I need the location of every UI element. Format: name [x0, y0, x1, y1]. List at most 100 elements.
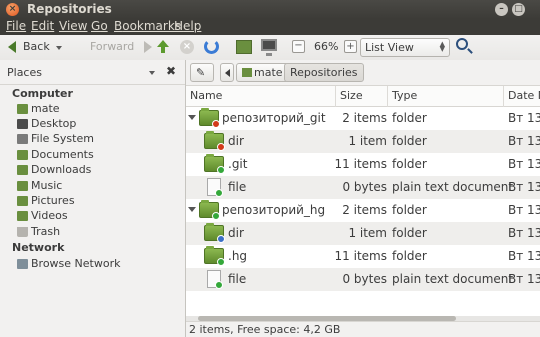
home-folder-icon: [242, 68, 252, 77]
table-row[interactable]: file 0 bytes plain text document Вт 13: [186, 176, 540, 199]
sidebar-item-label: Desktop: [31, 117, 77, 130]
file-name-cell: file: [228, 180, 247, 194]
vcs-status-green-icon: [212, 212, 220, 220]
music-folder-icon: [17, 181, 28, 191]
file-date-cell: Вт 13: [508, 272, 540, 286]
column-header-size[interactable]: Size: [336, 86, 388, 107]
sidebar-item-browse-network[interactable]: Browse Network: [17, 257, 182, 272]
file-date-cell: Вт 13: [508, 134, 540, 148]
file-size-cell: 1 item: [348, 226, 387, 240]
file-type-cell: plain text document: [392, 180, 514, 194]
file-date-cell: Вт 13: [508, 111, 540, 125]
view-mode-value: List View: [365, 41, 414, 54]
column-header-name[interactable]: Name: [186, 86, 336, 107]
table-row[interactable]: dir 1 item folder Вт 13: [186, 130, 540, 153]
sidebar-item-music[interactable]: Music: [17, 179, 182, 194]
menu-view[interactable]: View: [59, 19, 87, 33]
file-date-cell: Вт 13: [508, 203, 540, 217]
menu-go[interactable]: Go: [91, 19, 108, 33]
file-type-cell: folder: [392, 134, 427, 148]
vcs-status-red-icon: [217, 143, 225, 151]
network-icon: [17, 259, 28, 269]
close-sidebar-icon[interactable]: ✖: [166, 64, 176, 78]
edit-location-button[interactable]: ✎: [190, 63, 214, 82]
sidebar-select-chevron-down-icon[interactable]: [149, 71, 155, 75]
sidebar-item-documents[interactable]: Documents: [17, 148, 182, 163]
file-type-cell: folder: [392, 203, 427, 217]
file-size-cell: 11 items: [334, 157, 387, 171]
file-name-cell: репозиторий_hg: [222, 203, 326, 217]
file-size-cell: 2 items: [342, 111, 387, 125]
minimize-window-button[interactable]: –: [495, 3, 508, 16]
vcs-status-green-icon: [215, 281, 223, 289]
zoom-level: 66%: [314, 40, 339, 53]
sidebar-section-network: Network: [12, 241, 65, 254]
sidebar-item-label: Browse Network: [31, 257, 121, 270]
sidebar-item-desktop[interactable]: Desktop: [17, 117, 182, 132]
zoom-in-button[interactable]: +: [344, 40, 357, 53]
table-row[interactable]: .hg 11 items folder Вт 13: [186, 245, 540, 268]
view-mode-select[interactable]: List View ▲ ▼: [360, 38, 450, 57]
file-name-cell: .hg: [228, 249, 248, 263]
column-header-date[interactable]: Date M: [504, 86, 540, 107]
file-name-cell: dir: [228, 134, 244, 148]
path-scroll-left-button[interactable]: [220, 63, 234, 82]
file-list[interactable]: Name Size Type Date M репозиторий_git 2 i…: [186, 85, 540, 320]
close-window-button[interactable]: ×: [6, 3, 19, 16]
up-arrow-icon[interactable]: [157, 40, 169, 53]
menu-edit[interactable]: Edit: [31, 19, 54, 33]
documents-folder-icon: [17, 150, 28, 160]
table-row[interactable]: .git 11 items folder Вт 13: [186, 153, 540, 176]
videos-folder-icon: [17, 211, 28, 221]
sidebar-item-label: File System: [31, 132, 94, 145]
sidebar-item-pictures[interactable]: Pictures: [17, 194, 182, 209]
forward-button[interactable]: Forward: [90, 40, 134, 53]
forward-arrow-icon[interactable]: [144, 41, 152, 53]
sidebar-item-downloads[interactable]: Downloads: [17, 163, 182, 178]
table-row[interactable]: dir 1 item folder Вт 13: [186, 222, 540, 245]
table-row[interactable]: file 0 bytes plain text document Вт 13: [186, 268, 540, 291]
sidebar-title[interactable]: Places: [7, 66, 42, 79]
search-icon[interactable]: [456, 38, 468, 50]
computer-icon[interactable]: [261, 39, 277, 56]
pencil-icon: ✎: [196, 66, 206, 79]
breadcrumb-repositories[interactable]: Repositories: [284, 63, 364, 82]
expander-chevron-down-icon[interactable]: [188, 115, 196, 120]
trash-icon: [17, 227, 28, 237]
table-row[interactable]: репозиторий_git 2 items folder Вт 13: [186, 107, 540, 130]
home-folder-icon[interactable]: [236, 40, 252, 54]
file-date-cell: Вт 13: [508, 180, 540, 194]
menu-file[interactable]: File: [6, 19, 26, 33]
file-name-cell: репозиторий_git: [222, 111, 326, 125]
back-button[interactable]: Back: [23, 40, 50, 53]
sidebar-item-file-system[interactable]: File System: [17, 132, 182, 147]
expander-chevron-down-icon[interactable]: [188, 207, 196, 212]
menu-help[interactable]: Help: [174, 19, 201, 33]
vcs-status-green-icon: [215, 189, 223, 197]
column-header-row: Name Size Type Date M: [186, 86, 540, 107]
maximize-window-button[interactable]: □: [512, 3, 525, 16]
vcs-status-red-icon: [212, 120, 220, 128]
back-arrow-icon[interactable]: [8, 41, 16, 53]
file-size-cell: 2 items: [342, 203, 387, 217]
sidebar-item-trash[interactable]: Trash: [17, 225, 182, 240]
back-history-chevron-down-icon[interactable]: [56, 46, 62, 50]
reload-icon[interactable]: [204, 39, 219, 54]
file-size-cell: 0 bytes: [342, 180, 387, 194]
breadcrumb-mate[interactable]: mate: [236, 63, 289, 82]
file-date-cell: Вт 13: [508, 249, 540, 263]
menu-bar: File Edit View Go Bookmarks Help: [0, 19, 540, 35]
zoom-out-button[interactable]: −: [292, 40, 305, 53]
status-bar: 2 items, Free space: 4,2 GB: [186, 321, 540, 337]
file-manager-window: × Repositories – □ File Edit View Go Boo…: [0, 0, 540, 337]
vcs-status-green-icon: [217, 258, 225, 266]
file-size-cell: 0 bytes: [342, 272, 387, 286]
column-header-type[interactable]: Type: [388, 86, 504, 107]
sidebar-item-mate[interactable]: mate: [17, 102, 182, 117]
sidebar-item-videos[interactable]: Videos: [17, 209, 182, 224]
stop-icon[interactable]: ×: [180, 40, 194, 54]
table-row[interactable]: репозиторий_hg 2 items folder Вт 13: [186, 199, 540, 222]
sidebar-item-label: Pictures: [31, 194, 75, 207]
menu-bookmarks[interactable]: Bookmarks: [114, 19, 181, 33]
sidebar-item-label: Documents: [31, 148, 94, 161]
